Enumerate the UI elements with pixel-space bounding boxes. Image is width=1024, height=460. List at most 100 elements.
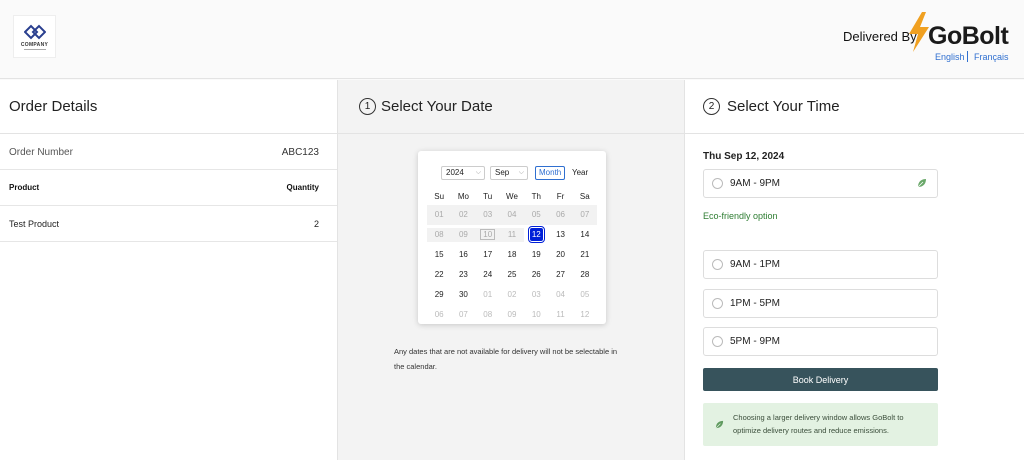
- calendar-day[interactable]: 15: [427, 248, 451, 262]
- order-table-header: Product Quantity: [0, 170, 337, 206]
- order-number-value: ABC123: [281, 147, 319, 158]
- calendar-day-outside: 10: [531, 310, 541, 319]
- weekday-label: Tu: [483, 192, 493, 201]
- time-slot-radio[interactable]: [712, 336, 723, 347]
- table-row: Test Product 2: [0, 206, 337, 242]
- calendar-week: 22 23 24 25 26 27 28: [427, 265, 597, 285]
- calendar-day-outside: 12: [580, 310, 590, 319]
- product-column-header: Product: [9, 183, 40, 192]
- weekday-label: Su: [434, 192, 445, 201]
- language-separator: [967, 51, 968, 62]
- year-mode-button[interactable]: Year: [568, 166, 592, 180]
- product-name: Test Product: [9, 219, 60, 229]
- time-slot-radio[interactable]: [712, 298, 723, 309]
- weekday-label: Sa: [579, 192, 590, 201]
- calendar-grid: 01 02 03 04 05 06 07 08 09 10 11 12 13 1…: [427, 205, 597, 325]
- company-logo-icon: [23, 24, 46, 39]
- calendar-day: 01: [434, 210, 444, 219]
- select-date-header: 1 Select Your Date: [338, 80, 684, 134]
- calendar-day[interactable]: 22: [427, 268, 451, 282]
- calendar-week: 29 30 01 02 03 04 05: [427, 285, 597, 305]
- calendar-day[interactable]: 24: [476, 268, 500, 282]
- calendar-day[interactable]: 19: [524, 248, 548, 262]
- calendar-day-today: 10: [475, 228, 500, 242]
- time-slot-radio[interactable]: [712, 178, 723, 189]
- calendar-day-selected[interactable]: 12: [524, 226, 548, 243]
- quantity-column-header: Quantity: [286, 183, 319, 192]
- calendar-week: 15 16 17 18 19 20 21: [427, 245, 597, 265]
- time-slot-radio[interactable]: [712, 259, 723, 270]
- calendar-day: 04: [507, 210, 517, 219]
- calendar-day: 07: [580, 210, 590, 219]
- time-slot-eco[interactable]: 9AM - 9PM: [703, 169, 938, 198]
- book-delivery-button[interactable]: Book Delivery: [703, 368, 938, 391]
- calendar-day-outside: 04: [556, 290, 565, 299]
- calendar-day: 03: [483, 210, 493, 219]
- step-number-1: 1: [359, 98, 376, 115]
- weekday-label: We: [506, 192, 518, 201]
- month-mode-button[interactable]: Month: [535, 166, 566, 180]
- calendar-day: 11: [499, 228, 525, 242]
- eco-info-box: Choosing a larger delivery window allows…: [703, 403, 938, 446]
- calendar-day[interactable]: 16: [451, 248, 475, 262]
- calendar-day: 06: [556, 210, 565, 219]
- time-slot-label: 9AM - 9PM: [730, 178, 781, 189]
- month-select[interactable]: Sep ⌵: [490, 166, 528, 180]
- calendar-day-outside: 11: [556, 310, 565, 319]
- calendar-day[interactable]: 20: [548, 248, 572, 262]
- date-availability-note: Any dates that are not available for del…: [394, 347, 618, 371]
- gobolt-brand-text: GoBolt: [928, 22, 1009, 50]
- eco-friendly-label: Eco-friendly option: [703, 211, 778, 221]
- year-select[interactable]: 2024 ⌵: [441, 166, 485, 180]
- calendar-day[interactable]: 30: [451, 288, 475, 302]
- calendar-day[interactable]: 13: [548, 228, 572, 242]
- calendar-day-outside: 03: [531, 290, 541, 299]
- product-quantity: 2: [313, 219, 319, 229]
- time-slot-label: 9AM - 1PM: [730, 259, 781, 270]
- weekday-label: Fr: [556, 192, 565, 201]
- language-french-link[interactable]: Français: [974, 52, 1009, 62]
- time-slot[interactable]: 5PM - 9PM: [703, 327, 938, 356]
- calendar-day: 08: [427, 228, 452, 242]
- calendar-week: 01 02 03 04 05 06 07: [427, 205, 597, 225]
- time-slot-label: 1PM - 5PM: [730, 298, 781, 309]
- calendar-day: 09: [451, 228, 476, 242]
- calendar-day[interactable]: 29: [427, 288, 451, 302]
- calendar-day[interactable]: 28: [573, 268, 597, 282]
- header: COMPANY Delivered By GoBolt English Fran…: [0, 0, 1024, 79]
- calendar-day[interactable]: 27: [548, 268, 572, 282]
- weekday-label: Mo: [457, 192, 469, 201]
- language-english-link[interactable]: English: [935, 52, 965, 62]
- calendar-day[interactable]: 14: [573, 228, 597, 242]
- weekday-label: Th: [531, 192, 541, 201]
- calendar-day[interactable]: 17: [476, 248, 500, 262]
- step-number-2: 2: [703, 98, 720, 115]
- gobolt-logo: GoBolt: [906, 12, 1018, 52]
- time-slot[interactable]: 1PM - 5PM: [703, 289, 938, 318]
- order-number-label: Order Number: [9, 147, 73, 158]
- order-details-panel: Order Details Order Number ABC123 Produc…: [0, 80, 338, 460]
- calendar-day[interactable]: 21: [573, 248, 597, 262]
- chevron-down-icon: ⌵: [475, 169, 481, 176]
- time-slot[interactable]: 9AM - 1PM: [703, 250, 938, 279]
- calendar: 2024 ⌵ Sep ⌵ Month Year Su Mo Tu We Th F…: [418, 151, 606, 324]
- calendar-day[interactable]: 23: [451, 268, 475, 282]
- select-date-panel: 1 Select Your Date 2024 ⌵ Sep ⌵ Month Ye…: [338, 80, 685, 460]
- month-select-value: Sep: [495, 168, 510, 177]
- calendar-day: 05: [531, 210, 541, 219]
- calendar-day-outside: 06: [434, 310, 444, 319]
- calendar-day-outside: 01: [483, 290, 493, 299]
- year-select-value: 2024: [446, 168, 464, 177]
- calendar-day[interactable]: 26: [524, 268, 548, 282]
- select-time-header: 2 Select Your Time: [685, 80, 1024, 134]
- calendar-day[interactable]: 18: [500, 248, 524, 262]
- calendar-week: 06 07 08 09 10 11 12: [427, 305, 597, 325]
- eco-info-message: Choosing a larger delivery window allows…: [733, 413, 904, 435]
- chevron-down-icon: ⌵: [518, 169, 524, 176]
- calendar-week: 08 09 10 11 12 13 14: [427, 225, 597, 245]
- calendar-day-outside: 09: [507, 310, 517, 319]
- calendar-day[interactable]: 25: [500, 268, 524, 282]
- calendar-day-outside: 08: [483, 310, 493, 319]
- calendar-day-outside: 05: [580, 290, 590, 299]
- calendar-day: 02: [458, 210, 468, 219]
